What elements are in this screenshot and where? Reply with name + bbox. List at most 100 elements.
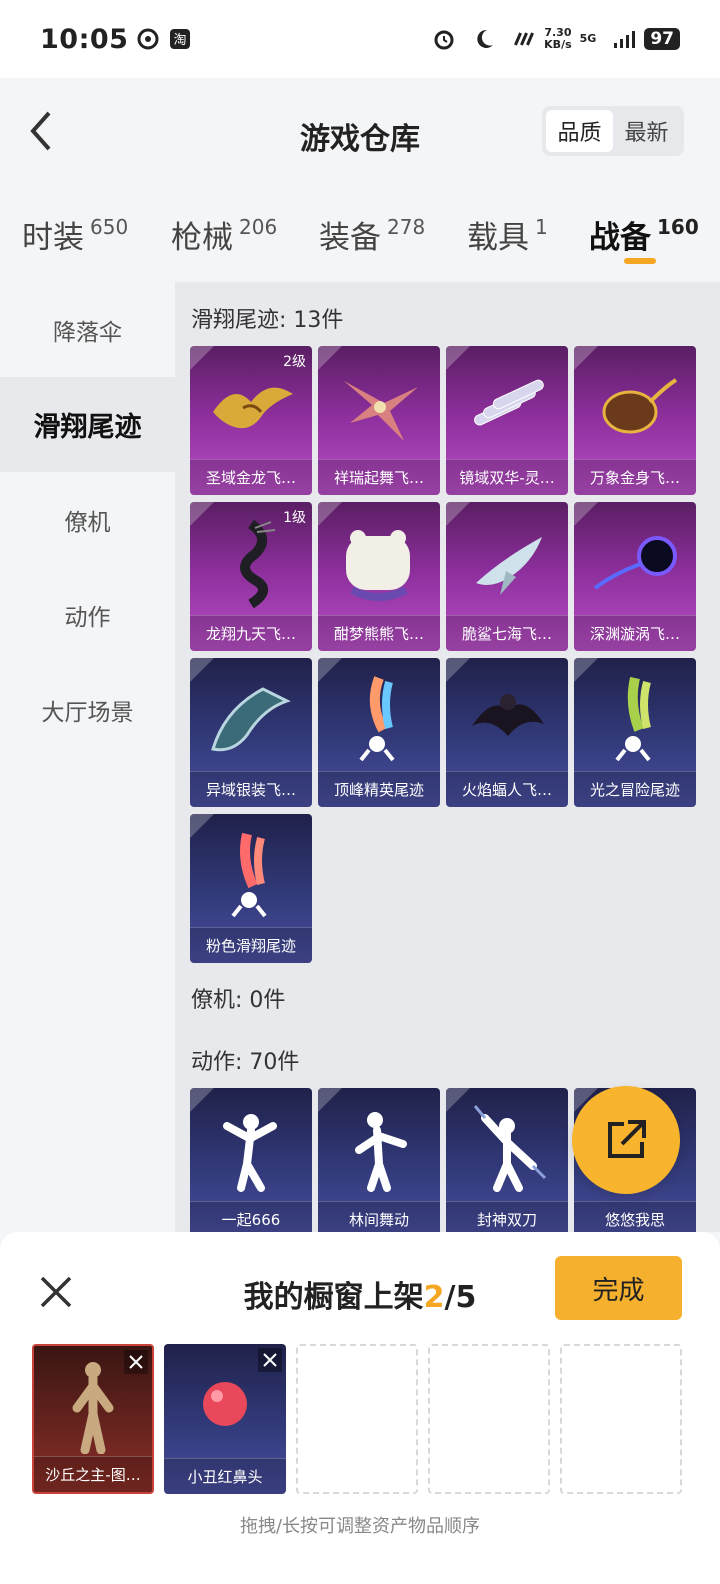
tab-label: 装备	[319, 220, 381, 256]
elite-trail-icon	[318, 672, 440, 766]
active-tab-indicator	[624, 258, 656, 264]
forest-dance-icon	[318, 1102, 440, 1196]
item-card[interactable]: 封神双刀	[446, 1088, 568, 1232]
showcase-slot[interactable]: 沙丘之主-图…	[32, 1344, 154, 1494]
tab-label: 时装	[22, 220, 84, 256]
empty-slot[interactable]	[296, 1344, 418, 1494]
item-name: 酣梦熊熊飞…	[318, 615, 440, 651]
sort-quality-button[interactable]: 品质	[546, 110, 613, 152]
sidebar-item-parachute[interactable]: 降落伞	[0, 282, 175, 377]
network-label: 5G	[579, 32, 597, 45]
tab-count: 650	[90, 215, 129, 239]
item-name: 深渊漩涡飞…	[574, 615, 696, 651]
tab-guns[interactable]: 枪械 206	[171, 212, 277, 257]
golden-comet-icon	[574, 360, 696, 454]
item-name: 封神双刀	[446, 1201, 568, 1232]
item-name: 圣域金龙飞…	[190, 459, 312, 495]
item-card[interactable]: 异域银装飞…	[190, 658, 312, 807]
item-name: 光之冒险尾迹	[574, 771, 696, 807]
item-card[interactable]: 光之冒险尾迹	[574, 658, 696, 807]
item-name: 祥瑞起舞飞…	[318, 459, 440, 495]
crystal-wings-icon	[446, 360, 568, 454]
item-card[interactable]: 万象金身飞…	[574, 346, 696, 495]
item-name: 一起666	[190, 1201, 312, 1232]
item-name: 悠悠我思	[574, 1201, 696, 1232]
tab-count: 160	[657, 215, 699, 239]
page-header: 游戏仓库 品质 最新	[0, 78, 720, 186]
status-bar: 10:05 淘 7.30 KB/s 5G 97	[0, 0, 720, 78]
share-export-icon	[608, 1120, 646, 1158]
empty-slot[interactable]	[428, 1344, 550, 1494]
showcase-sheet: 我的橱窗上架2/5 完成 沙丘之主-图… 小丑红鼻头 拖拽/长按可调整资产物品顺…	[0, 1232, 720, 1584]
tab-equipment[interactable]: 装备 278	[319, 212, 425, 257]
showcase-title-text: 我的橱窗上架	[243, 1280, 424, 1315]
net-speed-unit: KB/s	[544, 38, 572, 51]
item-name: 火焰蝠人飞…	[446, 771, 568, 807]
app-notification-icon	[136, 27, 160, 51]
item-card[interactable]: 2级 圣域金龙飞…	[190, 346, 312, 495]
slot-item-name: 小丑红鼻头	[164, 1458, 286, 1494]
sidebar-item-lobby-scene[interactable]: 大厅场景	[0, 662, 175, 757]
sidebar-item-wingman[interactable]: 僚机	[0, 472, 175, 567]
item-name: 脆鲨七海飞…	[446, 615, 568, 651]
item-card[interactable]: 林间舞动	[318, 1088, 440, 1232]
sleepy-bear-icon	[318, 516, 440, 610]
tab-count: 278	[387, 215, 426, 239]
item-card[interactable]: 火焰蝠人飞…	[446, 658, 568, 807]
item-card[interactable]: 顶峰精英尾迹	[318, 658, 440, 807]
item-card[interactable]: 深渊漩涡飞…	[574, 502, 696, 651]
tab-count: 1	[535, 215, 548, 239]
sort-newest-button[interactable]: 最新	[613, 110, 680, 152]
item-card[interactable]: 酣梦熊熊飞…	[318, 502, 440, 651]
signal-mode-icon	[512, 27, 536, 51]
signal-bars-icon	[612, 27, 636, 51]
golden-dragon-icon	[190, 360, 312, 454]
slot-item-name: 沙丘之主-图…	[34, 1456, 152, 1492]
section-title-wingman: 僚机: 0件	[191, 988, 286, 1013]
item-card[interactable]: 1级 龙翔九天飞…	[190, 502, 312, 651]
share-fab-button[interactable]	[572, 1086, 680, 1194]
showcase-total: /5	[444, 1280, 477, 1315]
item-card[interactable]: 粉色滑翔尾迹	[190, 814, 312, 963]
item-name: 粉色滑翔尾迹	[190, 927, 312, 963]
tab-label: 载具	[467, 220, 529, 256]
item-card[interactable]: 镜域双华-灵…	[446, 346, 568, 495]
item-name: 万象金身飞…	[574, 459, 696, 495]
item-name: 异域银装飞…	[190, 771, 312, 807]
tab-battle-prep[interactable]: 战备 160	[589, 212, 699, 257]
status-time: 10:05	[40, 23, 129, 55]
tab-count: 206	[239, 215, 278, 239]
tab-fashion[interactable]: 时装 650	[22, 212, 128, 257]
sidebar-item-glide-trail[interactable]: 滑翔尾迹	[0, 377, 175, 472]
network-type: 5G	[580, 33, 597, 45]
item-card[interactable]: 脆鲨七海飞…	[446, 502, 568, 651]
phoenix-glider-icon	[318, 360, 440, 454]
sidebar: 降落伞 滑翔尾迹 僚机 动作 大厅场景	[0, 282, 175, 1232]
item-name: 龙翔九天飞…	[190, 615, 312, 651]
sort-toggle: 品质 最新	[542, 106, 684, 156]
taobao-notification-icon: 淘	[168, 27, 192, 51]
net-speed: 7.30 KB/s	[544, 27, 571, 51]
empty-slot[interactable]	[560, 1344, 682, 1494]
done-button[interactable]: 完成	[555, 1256, 682, 1320]
sidebar-item-emotes[interactable]: 动作	[0, 567, 175, 662]
tab-label: 战备	[589, 220, 651, 256]
abyss-vortex-icon	[574, 516, 696, 610]
showcase-slot[interactable]: 小丑红鼻头	[164, 1344, 286, 1494]
showcase-count: 2	[423, 1280, 445, 1315]
do-not-disturb-icon	[472, 27, 496, 51]
glide-trail-grid: 2级 圣域金龙飞… 祥瑞起舞飞… 镜域双华-灵… 万象金身飞… 1级 龙翔九天飞…	[190, 346, 702, 966]
mummy-outfit-icon	[34, 1356, 152, 1456]
tab-label: 枪械	[171, 220, 233, 256]
silver-wings-icon	[190, 672, 312, 766]
shark-glider-icon	[446, 516, 568, 610]
tab-vehicles[interactable]: 载具 1	[467, 212, 548, 257]
reorder-hint: 拖拽/长按可调整资产物品顺序	[239, 1516, 481, 1537]
green-trail-icon	[574, 672, 696, 766]
item-card[interactable]: 祥瑞起舞飞…	[318, 346, 440, 495]
item-name: 林间舞动	[318, 1201, 440, 1232]
black-dragon-icon	[190, 516, 312, 610]
alarm-icon	[432, 27, 456, 51]
item-card[interactable]: 一起666	[190, 1088, 312, 1232]
category-tabs: 时装 650 枪械 206 装备 278 载具 1 战备 160	[0, 200, 720, 280]
